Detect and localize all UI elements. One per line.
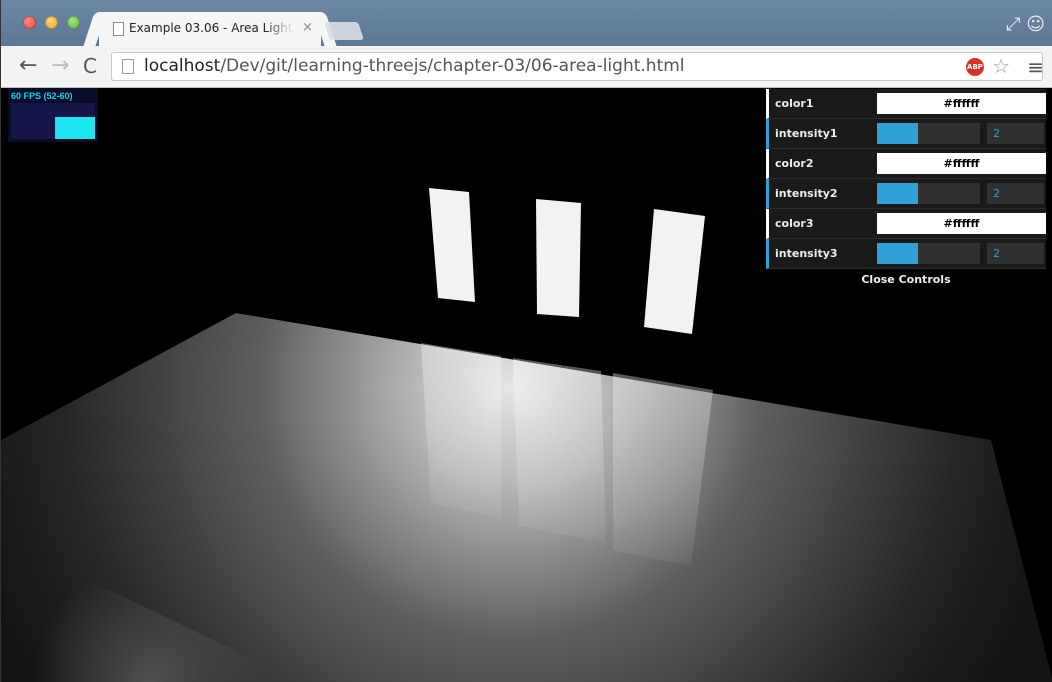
webgl-canvas[interactable]: 60 FPS (52-60) color1 #ffffff intensity1… [1, 88, 1052, 682]
adblock-icon[interactable]: ABP [966, 58, 984, 76]
number-input[interactable]: 2 [987, 123, 1044, 144]
address-bar[interactable]: localhost/Dev/git/learning-threejs/chapt… [111, 52, 1044, 81]
intensity-slider[interactable] [877, 183, 980, 204]
back-icon[interactable]: ← [19, 54, 37, 78]
forward-icon[interactable]: → [51, 54, 69, 78]
window-close-icon[interactable] [23, 16, 36, 29]
window-minimize-icon[interactable] [45, 16, 58, 29]
intensity-slider[interactable] [877, 123, 980, 144]
incognito-icon: ⤢ ☺ [1006, 14, 1045, 35]
stats-panel[interactable]: 60 FPS (52-60) [8, 88, 98, 142]
gui-row-color2: color2 #ffffff [766, 149, 1046, 179]
bookmark-star-icon[interactable]: ☆ [992, 54, 1010, 78]
area-light-2 [536, 199, 581, 317]
row-label: intensity2 [775, 187, 838, 200]
reload-icon[interactable]: C [83, 54, 97, 78]
fps-graph [11, 103, 95, 139]
page-icon [113, 22, 124, 36]
url-path: /Dev/git/learning-threejs/chapter-03/06-… [220, 56, 685, 76]
tab-title: Example 03.06 - Area Light [129, 21, 293, 35]
row-label: intensity1 [775, 127, 838, 140]
tab-close-icon[interactable]: × [302, 20, 313, 35]
new-tab-button[interactable] [324, 22, 364, 40]
number-input[interactable]: 2 [987, 183, 1044, 204]
fps-counter: 60 FPS (52-60) [11, 91, 73, 101]
window-maximize-icon[interactable] [67, 16, 80, 29]
toolbar: ← → C localhost/Dev/git/learning-threejs… [1, 46, 1052, 88]
gui-row-intensity2: intensity2 2 [766, 179, 1046, 209]
row-label: intensity3 [775, 247, 838, 260]
area-light-1 [429, 188, 475, 302]
color-input[interactable]: #ffffff [877, 93, 1046, 114]
url-text[interactable]: localhost/Dev/git/learning-threejs/chapt… [144, 56, 685, 76]
gui-row-intensity1: intensity1 2 [766, 119, 1046, 149]
slider-fill [877, 183, 919, 204]
dat-gui-panel: color1 #ffffff intensity1 2 color2 #ffff… [766, 89, 1046, 291]
row-label: color3 [775, 217, 814, 230]
url-host: localhost [144, 56, 221, 76]
color-input[interactable]: #ffffff [877, 153, 1046, 174]
area-light-3 [644, 209, 705, 334]
title-bar: Example 03.06 - Area Light × ⤢ ☺ [1, 0, 1052, 46]
browser-tab[interactable]: Example 03.06 - Area Light × [99, 12, 321, 46]
row-label: color2 [775, 157, 814, 170]
fps-graph-bar [55, 117, 95, 139]
gui-row-color3: color3 #ffffff [766, 209, 1046, 239]
row-label: color1 [775, 97, 814, 110]
menu-icon[interactable]: ≡ [1027, 55, 1044, 79]
page-icon [122, 59, 134, 74]
gui-row-color1: color1 #ffffff [766, 89, 1046, 119]
color-input[interactable]: #ffffff [877, 213, 1046, 234]
close-controls-button[interactable]: Close Controls [766, 269, 1046, 291]
gui-row-intensity3: intensity3 2 [766, 239, 1046, 269]
number-input[interactable]: 2 [987, 243, 1044, 264]
browser-window: Example 03.06 - Area Light × ⤢ ☺ ← → C l… [0, 0, 1052, 682]
intensity-slider[interactable] [877, 243, 980, 264]
slider-fill [877, 123, 919, 144]
slider-fill [877, 243, 919, 264]
